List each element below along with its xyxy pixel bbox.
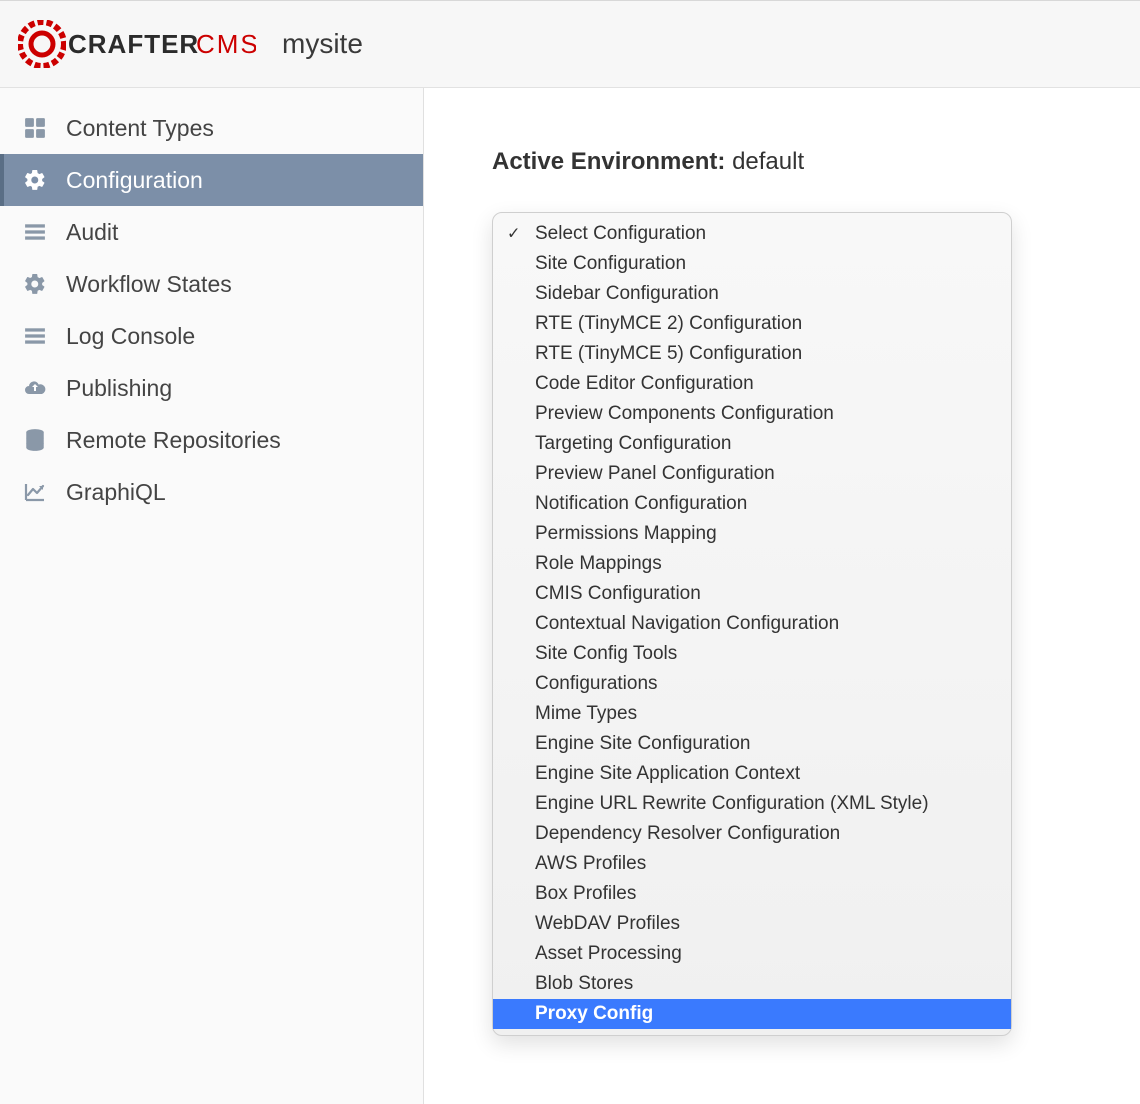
gear-icon xyxy=(22,168,48,192)
site-name: mysite xyxy=(282,28,363,60)
dropdown-option-label: RTE (TinyMCE 2) Configuration xyxy=(535,313,802,335)
dropdown-option[interactable]: Site Config Tools xyxy=(493,639,1011,669)
dropdown-option[interactable]: ✓ Select Configuration xyxy=(493,219,1011,249)
sidebar-item-workflow-states[interactable]: Workflow States xyxy=(0,258,423,310)
sidebar-item-remote-repositories[interactable]: Remote Repositories xyxy=(0,414,423,466)
dropdown-option-label: Preview Panel Configuration xyxy=(535,463,775,485)
dropdown-option-label: AWS Profiles xyxy=(535,853,646,875)
dropdown-option[interactable]: Box Profiles xyxy=(493,879,1011,909)
active-environment-label: Active Environment: xyxy=(492,148,725,175)
sidebar-item-label: GraphiQL xyxy=(66,479,166,506)
sidebar: Content Types Configuration Audit Workflow … xyxy=(0,88,424,1104)
main-panel: Active Environment: default ✓ Select Conf… xyxy=(424,88,1140,1104)
dropdown-option[interactable]: Mime Types xyxy=(493,699,1011,729)
chart-icon xyxy=(22,481,48,503)
dropdown-option[interactable]: Targeting Configuration xyxy=(493,429,1011,459)
dropdown-option[interactable]: WebDAV Profiles xyxy=(493,909,1011,939)
dropdown-option-label: Role Mappings xyxy=(535,553,662,575)
dropdown-option-label: Proxy Config xyxy=(535,1003,653,1025)
sidebar-item-label: Remote Repositories xyxy=(66,427,281,454)
dropdown-option[interactable]: Site Configuration xyxy=(493,249,1011,279)
dropdown-option-label: Engine URL Rewrite Configuration (XML St… xyxy=(535,793,929,815)
dropdown-option[interactable]: Code Editor Configuration xyxy=(493,369,1011,399)
dropdown-option[interactable]: Permissions Mapping xyxy=(493,519,1011,549)
dropdown-option[interactable]: AWS Profiles xyxy=(493,849,1011,879)
active-environment-line: Active Environment: default xyxy=(492,148,1080,176)
dropdown-option-label: WebDAV Profiles xyxy=(535,913,680,935)
sidebar-item-configuration[interactable]: Configuration xyxy=(0,154,423,206)
dropdown-option[interactable]: Dependency Resolver Configuration xyxy=(493,819,1011,849)
dropdown-option[interactable]: Sidebar Configuration xyxy=(493,279,1011,309)
dropdown-option[interactable]: Engine Site Application Context xyxy=(493,759,1011,789)
dropdown-option-label: Site Configuration xyxy=(535,253,686,275)
active-environment-value: default xyxy=(732,148,804,175)
top-bar: CRAFTER CMS mysite xyxy=(0,0,1140,88)
dropdown-option-label: Blob Stores xyxy=(535,973,633,995)
dropdown-option-label: Configurations xyxy=(535,673,658,695)
gear-icon xyxy=(22,272,48,296)
sidebar-item-publishing[interactable]: Publishing xyxy=(0,362,423,414)
dropdown-option-label: Contextual Navigation Configuration xyxy=(535,613,839,635)
sidebar-item-label: Audit xyxy=(66,219,118,246)
sidebar-item-label: Publishing xyxy=(66,375,172,402)
sidebar-item-content-types[interactable]: Content Types xyxy=(0,102,423,154)
sidebar-item-log-console[interactable]: Log Console xyxy=(0,310,423,362)
dropdown-option-label: CMIS Configuration xyxy=(535,583,701,605)
dropdown-option[interactable]: Proxy Config xyxy=(493,999,1011,1029)
brand-logo[interactable]: CRAFTER CMS xyxy=(18,20,256,68)
list-icon xyxy=(22,325,48,347)
dropdown-option-label: Permissions Mapping xyxy=(535,523,717,545)
dropdown-option-label: Site Config Tools xyxy=(535,643,677,665)
dropdown-option-label: Engine Site Application Context xyxy=(535,763,800,785)
dropdown-option[interactable]: CMIS Configuration xyxy=(493,579,1011,609)
dropdown-option-label: Sidebar Configuration xyxy=(535,283,719,305)
dropdown-option-label: Select Configuration xyxy=(535,223,706,245)
svg-text:CMS: CMS xyxy=(196,29,256,59)
grid-icon xyxy=(22,117,48,139)
sidebar-item-audit[interactable]: Audit xyxy=(0,206,423,258)
sidebar-item-label: Workflow States xyxy=(66,271,232,298)
svg-text:CRAFTER: CRAFTER xyxy=(68,29,199,59)
dropdown-option-label: RTE (TinyMCE 5) Configuration xyxy=(535,343,802,365)
configuration-dropdown[interactable]: ✓ Select Configuration Site Configuration S… xyxy=(492,212,1012,1036)
sidebar-item-label: Log Console xyxy=(66,323,195,350)
brand-wordmark-icon: CRAFTER CMS xyxy=(68,23,256,65)
dropdown-option-label: Mime Types xyxy=(535,703,637,725)
dropdown-option[interactable]: Role Mappings xyxy=(493,549,1011,579)
dropdown-option-label: Targeting Configuration xyxy=(535,433,731,455)
dropdown-option[interactable]: Asset Processing xyxy=(493,939,1011,969)
dropdown-option[interactable]: RTE (TinyMCE 5) Configuration xyxy=(493,339,1011,369)
database-icon xyxy=(22,428,48,452)
dropdown-option-label: Box Profiles xyxy=(535,883,636,905)
cloud-up-icon xyxy=(22,376,48,400)
dropdown-option[interactable]: Engine URL Rewrite Configuration (XML St… xyxy=(493,789,1011,819)
dropdown-option[interactable]: Preview Panel Configuration xyxy=(493,459,1011,489)
dropdown-option[interactable]: Configurations xyxy=(493,669,1011,699)
dropdown-option-label: Dependency Resolver Configuration xyxy=(535,823,840,845)
dropdown-option[interactable]: RTE (TinyMCE 2) Configuration xyxy=(493,309,1011,339)
check-icon: ✓ xyxy=(507,224,520,244)
sidebar-item-label: Content Types xyxy=(66,115,214,142)
dropdown-option-label: Engine Site Configuration xyxy=(535,733,750,755)
dropdown-option[interactable]: Blob Stores xyxy=(493,969,1011,999)
dropdown-option-label: Preview Components Configuration xyxy=(535,403,834,425)
dropdown-option[interactable]: Preview Components Configuration xyxy=(493,399,1011,429)
dropdown-option-label: Notification Configuration xyxy=(535,493,747,515)
dropdown-option-label: Code Editor Configuration xyxy=(535,373,754,395)
list-icon xyxy=(22,221,48,243)
sidebar-item-graphiql[interactable]: GraphiQL xyxy=(0,466,423,518)
sidebar-item-label: Configuration xyxy=(66,167,203,194)
dropdown-option[interactable]: Notification Configuration xyxy=(493,489,1011,519)
dropdown-option[interactable]: Engine Site Configuration xyxy=(493,729,1011,759)
gear-logo-icon xyxy=(18,20,66,68)
dropdown-option[interactable]: Contextual Navigation Configuration xyxy=(493,609,1011,639)
dropdown-option-label: Asset Processing xyxy=(535,943,682,965)
